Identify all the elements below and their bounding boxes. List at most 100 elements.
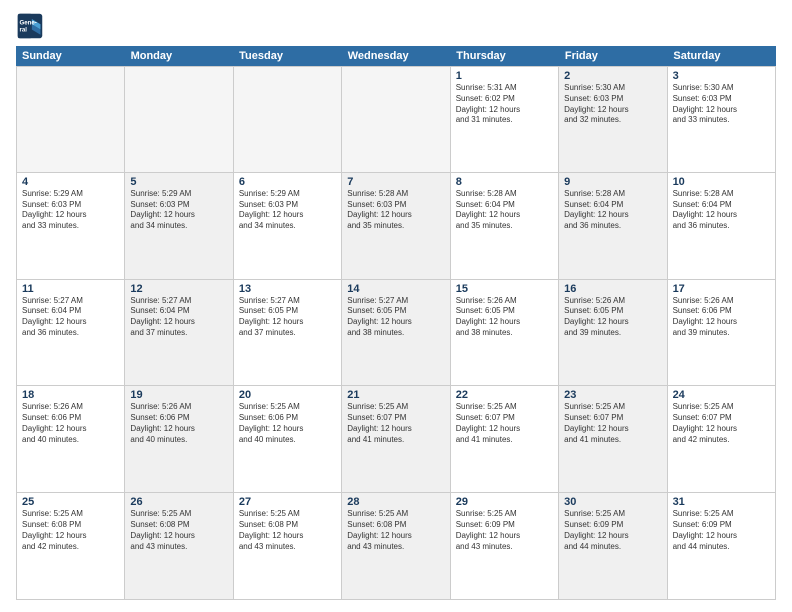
calendar-cell-day-17: 17Sunrise: 5:26 AM Sunset: 6:06 PM Dayli…	[668, 280, 776, 387]
calendar-cell-day-26: 26Sunrise: 5:25 AM Sunset: 6:08 PM Dayli…	[125, 493, 233, 600]
weekday-header-friday: Friday	[559, 46, 668, 66]
calendar-cell-empty	[125, 66, 233, 173]
calendar-cell-day-27: 27Sunrise: 5:25 AM Sunset: 6:08 PM Dayli…	[234, 493, 342, 600]
day-info: Sunrise: 5:25 AM Sunset: 6:08 PM Dayligh…	[130, 509, 227, 552]
day-info: Sunrise: 5:30 AM Sunset: 6:03 PM Dayligh…	[564, 83, 661, 126]
calendar-cell-day-2: 2Sunrise: 5:30 AM Sunset: 6:03 PM Daylig…	[559, 66, 667, 173]
logo-icon: Gene- ral	[16, 12, 44, 40]
day-info: Sunrise: 5:25 AM Sunset: 6:08 PM Dayligh…	[22, 509, 119, 552]
calendar-cell-day-25: 25Sunrise: 5:25 AM Sunset: 6:08 PM Dayli…	[17, 493, 125, 600]
calendar-cell-day-3: 3Sunrise: 5:30 AM Sunset: 6:03 PM Daylig…	[668, 66, 776, 173]
day-info: Sunrise: 5:29 AM Sunset: 6:03 PM Dayligh…	[239, 189, 336, 232]
calendar-cell-day-5: 5Sunrise: 5:29 AM Sunset: 6:03 PM Daylig…	[125, 173, 233, 280]
day-info: Sunrise: 5:29 AM Sunset: 6:03 PM Dayligh…	[22, 189, 119, 232]
calendar-cell-day-16: 16Sunrise: 5:26 AM Sunset: 6:05 PM Dayli…	[559, 280, 667, 387]
day-info: Sunrise: 5:25 AM Sunset: 6:07 PM Dayligh…	[564, 402, 661, 445]
day-number: 31	[673, 496, 770, 508]
day-info: Sunrise: 5:28 AM Sunset: 6:04 PM Dayligh…	[673, 189, 770, 232]
weekday-header-wednesday: Wednesday	[342, 46, 451, 66]
day-number: 21	[347, 389, 444, 401]
day-number: 22	[456, 389, 553, 401]
weekday-header-thursday: Thursday	[450, 46, 559, 66]
day-info: Sunrise: 5:25 AM Sunset: 6:09 PM Dayligh…	[673, 509, 770, 552]
day-number: 12	[130, 283, 227, 295]
day-number: 27	[239, 496, 336, 508]
day-number: 28	[347, 496, 444, 508]
day-number: 23	[564, 389, 661, 401]
calendar-cell-day-14: 14Sunrise: 5:27 AM Sunset: 6:05 PM Dayli…	[342, 280, 450, 387]
day-number: 24	[673, 389, 770, 401]
day-number: 2	[564, 70, 661, 82]
day-number: 5	[130, 176, 227, 188]
day-info: Sunrise: 5:25 AM Sunset: 6:08 PM Dayligh…	[347, 509, 444, 552]
day-info: Sunrise: 5:28 AM Sunset: 6:04 PM Dayligh…	[564, 189, 661, 232]
logo: Gene- ral	[16, 12, 48, 40]
svg-text:ral: ral	[20, 26, 28, 33]
day-number: 29	[456, 496, 553, 508]
calendar-cell-day-6: 6Sunrise: 5:29 AM Sunset: 6:03 PM Daylig…	[234, 173, 342, 280]
day-info: Sunrise: 5:26 AM Sunset: 6:06 PM Dayligh…	[673, 296, 770, 339]
day-number: 25	[22, 496, 119, 508]
day-info: Sunrise: 5:27 AM Sunset: 6:04 PM Dayligh…	[22, 296, 119, 339]
calendar-cell-day-10: 10Sunrise: 5:28 AM Sunset: 6:04 PM Dayli…	[668, 173, 776, 280]
calendar-cell-day-21: 21Sunrise: 5:25 AM Sunset: 6:07 PM Dayli…	[342, 386, 450, 493]
day-info: Sunrise: 5:28 AM Sunset: 6:04 PM Dayligh…	[456, 189, 553, 232]
day-number: 1	[456, 70, 553, 82]
calendar-cell-day-19: 19Sunrise: 5:26 AM Sunset: 6:06 PM Dayli…	[125, 386, 233, 493]
day-info: Sunrise: 5:25 AM Sunset: 6:07 PM Dayligh…	[347, 402, 444, 445]
calendar-cell-day-9: 9Sunrise: 5:28 AM Sunset: 6:04 PM Daylig…	[559, 173, 667, 280]
day-info: Sunrise: 5:26 AM Sunset: 6:05 PM Dayligh…	[564, 296, 661, 339]
day-info: Sunrise: 5:27 AM Sunset: 6:05 PM Dayligh…	[239, 296, 336, 339]
calendar-cell-day-30: 30Sunrise: 5:25 AM Sunset: 6:09 PM Dayli…	[559, 493, 667, 600]
calendar-body: 1Sunrise: 5:31 AM Sunset: 6:02 PM Daylig…	[16, 66, 776, 600]
page: Gene- ral SundayMondayTuesdayWednesdayTh…	[0, 0, 792, 612]
day-number: 9	[564, 176, 661, 188]
day-info: Sunrise: 5:26 AM Sunset: 6:06 PM Dayligh…	[130, 402, 227, 445]
calendar-cell-day-11: 11Sunrise: 5:27 AM Sunset: 6:04 PM Dayli…	[17, 280, 125, 387]
day-number: 30	[564, 496, 661, 508]
day-number: 10	[673, 176, 770, 188]
day-info: Sunrise: 5:30 AM Sunset: 6:03 PM Dayligh…	[673, 83, 770, 126]
day-number: 17	[673, 283, 770, 295]
day-info: Sunrise: 5:31 AM Sunset: 6:02 PM Dayligh…	[456, 83, 553, 126]
calendar-cell-day-13: 13Sunrise: 5:27 AM Sunset: 6:05 PM Dayli…	[234, 280, 342, 387]
calendar-cell-day-7: 7Sunrise: 5:28 AM Sunset: 6:03 PM Daylig…	[342, 173, 450, 280]
calendar-row-3: 11Sunrise: 5:27 AM Sunset: 6:04 PM Dayli…	[16, 280, 776, 387]
calendar: SundayMondayTuesdayWednesdayThursdayFrid…	[16, 46, 776, 600]
day-number: 3	[673, 70, 770, 82]
calendar-cell-day-29: 29Sunrise: 5:25 AM Sunset: 6:09 PM Dayli…	[451, 493, 559, 600]
day-info: Sunrise: 5:26 AM Sunset: 6:05 PM Dayligh…	[456, 296, 553, 339]
weekday-header-sunday: Sunday	[16, 46, 125, 66]
day-number: 11	[22, 283, 119, 295]
calendar-row-4: 18 Sunrise: 5:26 AM Sunset: 6:06 PM Dayli…	[16, 386, 776, 493]
day-number: 20	[239, 389, 336, 401]
day-number: 16	[564, 283, 661, 295]
calendar-cell-empty	[17, 66, 125, 173]
calendar-cell-day-20: 20Sunrise: 5:25 AM Sunset: 6:06 PM Dayli…	[234, 386, 342, 493]
day-info: Sunrise: 5:27 AM Sunset: 6:05 PM Dayligh…	[347, 296, 444, 339]
day-info: Sunrise: 5:25 AM Sunset: 6:06 PM Dayligh…	[239, 402, 336, 445]
day-number: 14	[347, 283, 444, 295]
calendar-cell-day-22: 22Sunrise: 5:25 AM Sunset: 6:07 PM Dayli…	[451, 386, 559, 493]
calendar-cell-day-23: 23Sunrise: 5:25 AM Sunset: 6:07 PM Dayli…	[559, 386, 667, 493]
calendar-row-5: 25Sunrise: 5:25 AM Sunset: 6:08 PM Dayli…	[16, 493, 776, 600]
weekday-header-saturday: Saturday	[667, 46, 776, 66]
calendar-cell-day-1: 1Sunrise: 5:31 AM Sunset: 6:02 PM Daylig…	[451, 66, 559, 173]
calendar-cell-day-4: 4Sunrise: 5:29 AM Sunset: 6:03 PM Daylig…	[17, 173, 125, 280]
day-number: 7	[347, 176, 444, 188]
calendar-cell-day-18: 18Sunrise: 5:26 AM Sunset: 6:06 PM Dayli…	[17, 386, 125, 493]
day-number: 18	[22, 389, 119, 401]
day-info: Sunrise: 5:27 AM Sunset: 6:04 PM Dayligh…	[130, 296, 227, 339]
calendar-row-2: 4Sunrise: 5:29 AM Sunset: 6:03 PM Daylig…	[16, 173, 776, 280]
calendar-cell-day-24: 24Sunrise: 5:25 AM Sunset: 6:07 PM Dayli…	[668, 386, 776, 493]
day-info: Sunrise: 5:28 AM Sunset: 6:03 PM Dayligh…	[347, 189, 444, 232]
day-info: Sunrise: 5:25 AM Sunset: 6:09 PM Dayligh…	[456, 509, 553, 552]
day-info: Sunrise: 5:25 AM Sunset: 6:07 PM Dayligh…	[456, 402, 553, 445]
day-number: 8	[456, 176, 553, 188]
weekday-header-monday: Monday	[125, 46, 234, 66]
day-number: 6	[239, 176, 336, 188]
calendar-cell-empty	[342, 66, 450, 173]
day-number: 4	[22, 176, 119, 188]
day-info: Sunrise: 5:25 AM Sunset: 6:09 PM Dayligh…	[564, 509, 661, 552]
day-info: Sunrise: 5:29 AM Sunset: 6:03 PM Dayligh…	[130, 189, 227, 232]
